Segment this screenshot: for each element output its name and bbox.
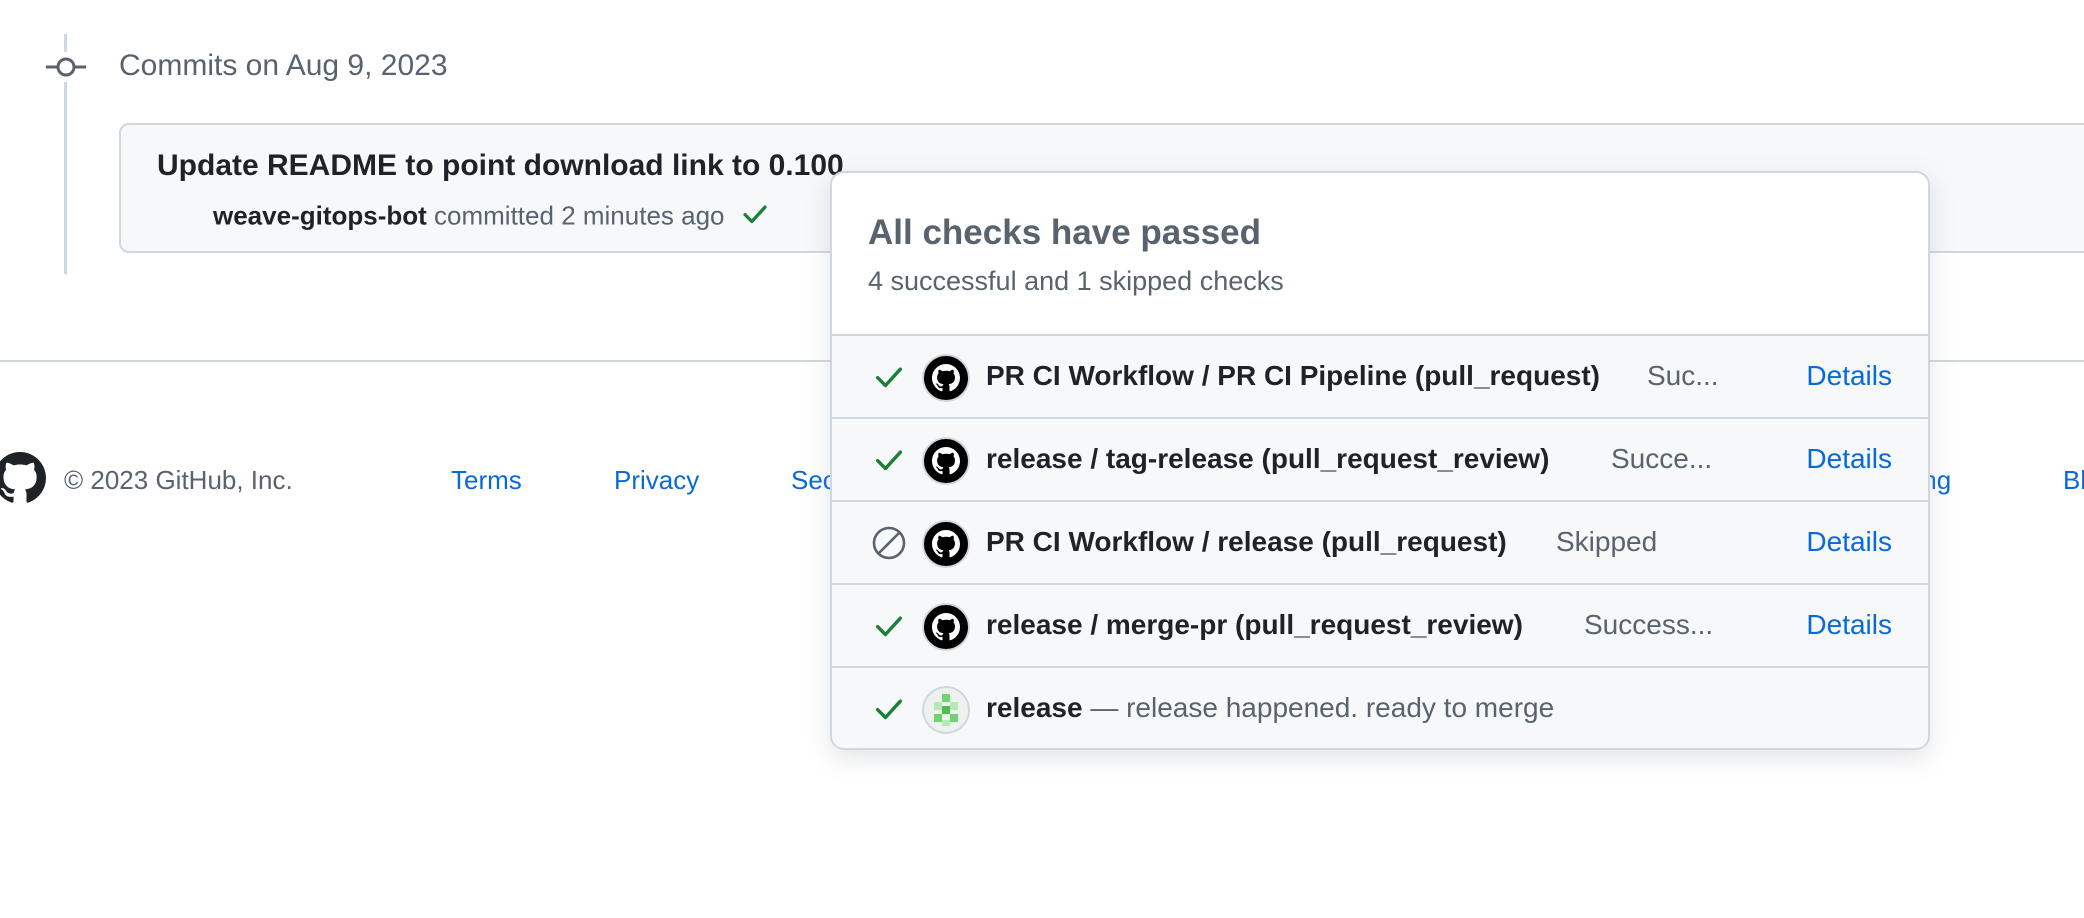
check-icon — [872, 692, 906, 726]
commits-date-heading: Commits on Aug 9, 2023 — [119, 49, 448, 82]
checks-summary-subtitle: 4 successful and 1 skipped checks — [868, 266, 1284, 296]
footer-link-privacy[interactable]: Privacy — [614, 464, 699, 496]
check-icon[interactable] — [740, 199, 770, 236]
check-status-text: Succe... — [1611, 443, 1713, 474]
check-row: release — release happened. ready to mer… — [832, 668, 1928, 748]
check-app-name: release — [986, 692, 1083, 723]
check-row: release / merge-pr (pull_request_review)… — [832, 585, 1928, 668]
check-row: PR CI Workflow / PR CI Pipeline (pull_re… — [832, 336, 1928, 419]
commit-meta: weave-gitops-bot committed 2 minutes ago — [213, 199, 770, 236]
commit-action: committed — [434, 200, 554, 231]
footer-link-terms[interactable]: Terms — [451, 464, 522, 496]
commit-time: 2 minutes ago — [561, 200, 725, 231]
check-name: release / tag-release (pull_request_revi… — [986, 443, 1550, 474]
github-actions-avatar — [922, 437, 970, 485]
check-icon — [872, 443, 906, 477]
footer-copyright: © 2023 GitHub, Inc. — [64, 465, 293, 495]
release-app-avatar — [922, 686, 970, 734]
checks-popover-header: All checks have passed 4 successful and … — [832, 173, 1928, 336]
checks-summary-title: All checks have passed — [868, 213, 1261, 252]
checks-popover: All checks have passed 4 successful and … — [830, 171, 1930, 750]
details-link[interactable]: Details — [1806, 441, 1892, 477]
check-status-text: Suc... — [1647, 360, 1719, 391]
skip-icon — [872, 526, 906, 560]
check-row: PR CI Workflow / release (pull_request) … — [832, 502, 1928, 585]
footer-link-blog[interactable]: Bl — [2063, 464, 2084, 496]
check-status-text: Skipped — [1556, 526, 1658, 557]
check-icon — [872, 360, 906, 394]
check-name: release — release happened. ready to mer… — [986, 690, 1554, 726]
check-description: — release happened. ready to merge — [1090, 692, 1555, 723]
check-name: PR CI Workflow / PR CI Pipeline (pull_re… — [986, 360, 1601, 391]
details-link[interactable]: Details — [1806, 358, 1892, 394]
details-link[interactable]: Details — [1806, 607, 1892, 643]
github-actions-avatar — [922, 520, 970, 568]
details-link[interactable]: Details — [1806, 524, 1892, 560]
check-row: release / tag-release (pull_request_revi… — [832, 419, 1928, 502]
check-name: PR CI Workflow / release (pull_request) — [986, 526, 1507, 557]
commit-title-link[interactable]: Update README to point download link to … — [157, 148, 844, 184]
check-name: release / merge-pr (pull_request_review) — [986, 609, 1523, 640]
check-icon — [872, 609, 906, 643]
github-actions-avatar — [922, 603, 970, 651]
github-mark-icon[interactable] — [0, 452, 46, 509]
github-actions-avatar — [922, 354, 970, 402]
git-commit-icon — [46, 52, 86, 82]
commit-author-link[interactable]: weave-gitops-bot — [213, 200, 427, 230]
check-status-text: Success... — [1584, 609, 1714, 640]
